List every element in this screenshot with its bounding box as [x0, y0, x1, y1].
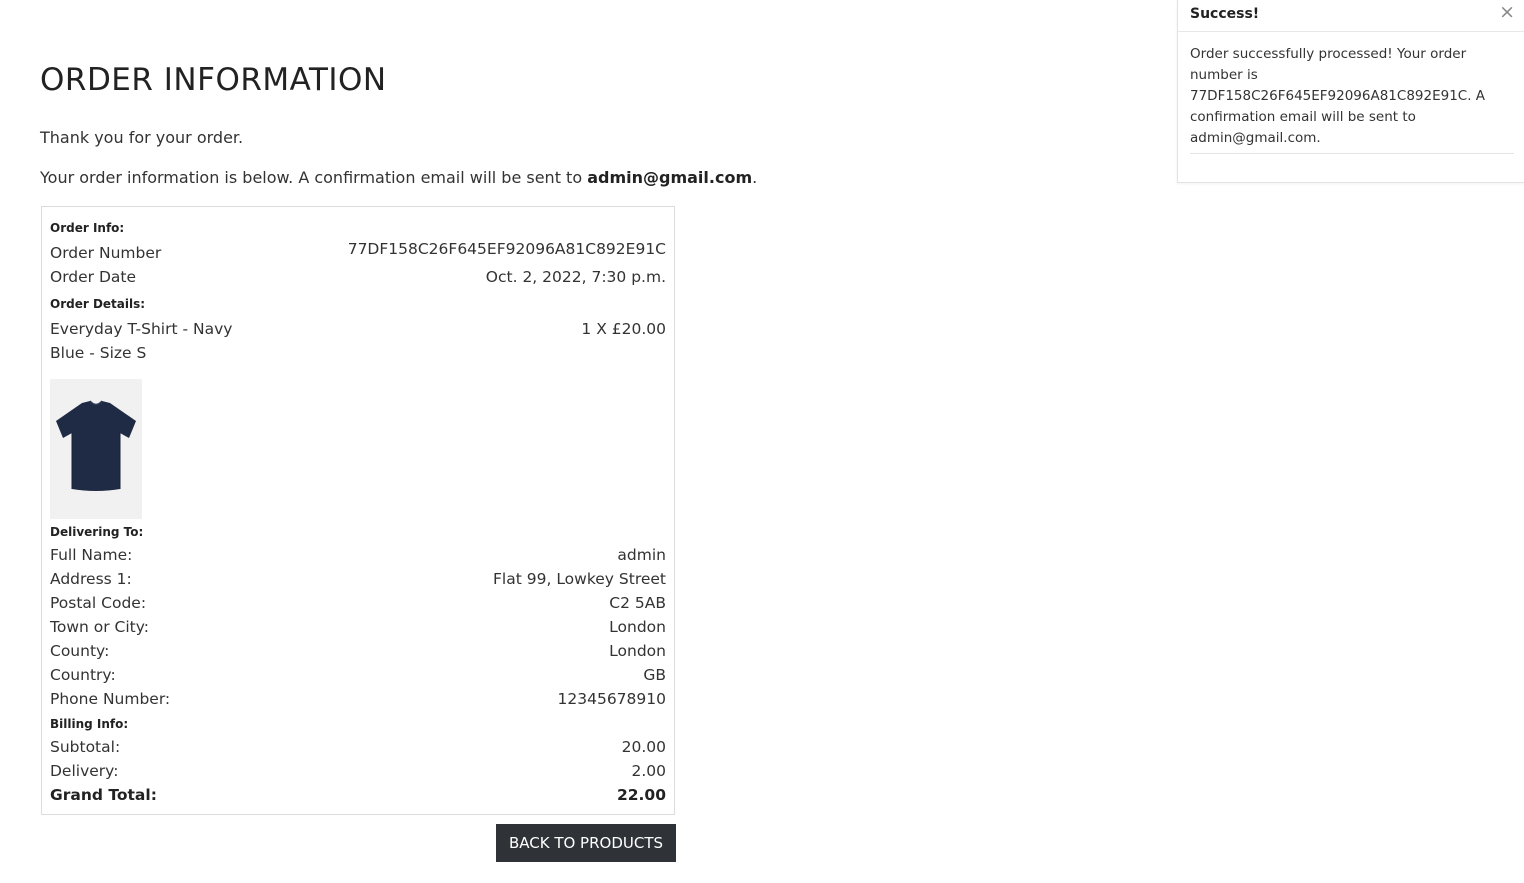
toast-title: Success!	[1190, 6, 1260, 22]
country-value: GB	[643, 666, 666, 684]
thank-you-text: Thank you for your order.	[40, 128, 244, 147]
country-label: Country:	[50, 666, 116, 684]
order-date-value: Oct. 2, 2022, 7:30 p.m.	[485, 268, 666, 286]
toast-message: Order successfully processed! Your order…	[1190, 46, 1486, 146]
grand-total-value: 22.00	[616, 786, 666, 804]
navy-tshirt-image	[56, 400, 136, 491]
county-value: London	[609, 642, 666, 660]
delivery-row: Address 1: Flat 99, Lowkey Street	[50, 570, 666, 592]
grand-total-label: Grand Total:	[50, 786, 157, 804]
billing-info-label: Billing Info:	[50, 717, 129, 731]
delivery-row: Postal Code: C2 5AB	[50, 594, 666, 616]
order-summary-box: Order Info: Order Number 77DF158C26F645E…	[41, 206, 675, 815]
order-date-label: Order Date	[50, 268, 137, 286]
county-label: County:	[50, 642, 110, 660]
order-date-row: Order Date Oct. 2, 2022, 7:30 p.m.	[50, 268, 666, 290]
delivery-cost-label: Delivery:	[50, 762, 119, 780]
town-value: London	[609, 618, 666, 636]
subtotal-value: 20.00	[621, 738, 666, 756]
order-details-label: Order Details:	[50, 297, 146, 311]
product-image	[50, 379, 142, 519]
delivery-row: Full Name: admin	[50, 546, 666, 568]
full-name-value: admin	[617, 546, 666, 564]
toast-divider	[1190, 153, 1514, 154]
billing-row: Delivery: 2.00	[50, 762, 666, 784]
close-icon[interactable]: ×	[1499, 1, 1515, 23]
subtotal-label: Subtotal:	[50, 738, 121, 756]
phone-label: Phone Number:	[50, 690, 171, 708]
delivery-row: Country: GB	[50, 666, 666, 688]
town-label: Town or City:	[50, 618, 150, 636]
order-number-label: Order Number	[50, 244, 162, 262]
confirmation-info-text: Your order information is below. A confi…	[40, 168, 757, 187]
success-toast: Success! × Order successfully processed!…	[1177, 0, 1524, 183]
back-to-products-button[interactable]: BACK TO PRODUCTS	[496, 824, 676, 862]
order-number-row: Order Number 77DF158C26F645EF92096A81C89…	[50, 240, 666, 266]
postal-code-value: C2 5AB	[609, 594, 666, 612]
postal-code-label: Postal Code:	[50, 594, 147, 612]
delivery-row: Phone Number: 12345678910	[50, 690, 666, 712]
confirmation-info-suffix: .	[752, 168, 758, 187]
delivery-cost-value: 2.00	[631, 762, 666, 780]
delivery-row: County: London	[50, 642, 666, 664]
confirmation-email: admin@gmail.com	[587, 168, 753, 187]
address-value: Flat 99, Lowkey Street	[493, 570, 666, 588]
toast-header: Success! ×	[1178, 0, 1524, 32]
order-info-label: Order Info:	[50, 221, 125, 235]
item-name: Everyday T-Shirt - Navy Blue - Size S	[50, 320, 233, 362]
billing-row: Subtotal: 20.00	[50, 738, 666, 760]
item-quantity-price: 1 X £20.00	[581, 320, 666, 338]
grand-total-row: Grand Total: 22.00	[50, 786, 666, 808]
order-number-value: 77DF158C26F645EF92096A81C892E91C	[347, 240, 666, 258]
address-label: Address 1:	[50, 570, 132, 588]
full-name-label: Full Name:	[50, 546, 133, 564]
confirmation-info-prefix: Your order information is below. A confi…	[40, 168, 588, 187]
order-page: ORDER INFORMATION Thank you for your ord…	[0, 0, 1524, 883]
phone-value: 12345678910	[557, 690, 666, 708]
delivering-to-label: Delivering To:	[50, 525, 144, 539]
page-title: ORDER INFORMATION	[40, 62, 387, 98]
delivery-row: Town or City: London	[50, 618, 666, 640]
